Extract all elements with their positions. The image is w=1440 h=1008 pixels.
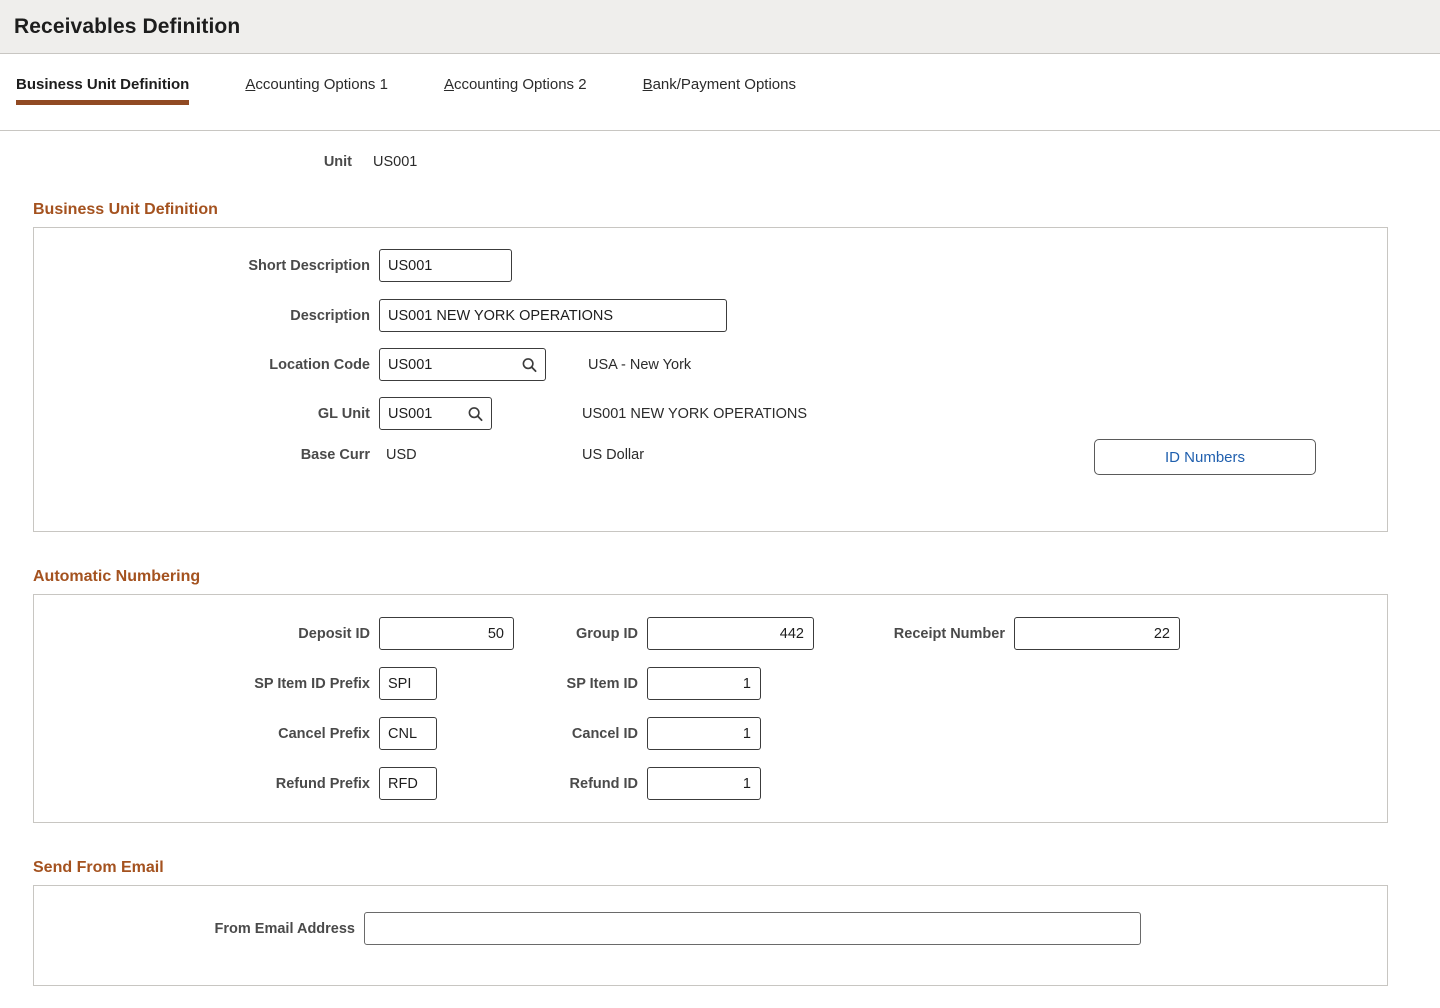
base-curr-description: US Dollar [582,447,644,463]
unit-value: US001 [373,154,417,170]
from-email-address-label: From Email Address [34,921,355,937]
group-business-unit-definition: Short Description Description Location C… [33,227,1388,532]
sp-item-id-prefix-input[interactable] [379,667,437,700]
cell-deposit-id: Deposit ID [34,617,523,650]
cancel-prefix-input[interactable] [379,717,437,750]
section-title-send-from-email: Send From Email [33,859,1440,877]
field-row-short-description: Short Description [34,249,512,282]
base-curr-label: Base Curr [34,447,370,463]
description-input[interactable] [379,299,727,332]
field-row-gl-unit: GL Unit US001 NEW YORK OPERATIONS [34,397,807,430]
row-refund-id: Refund Prefix Refund ID [34,767,1387,800]
cancel-prefix-label: Cancel Prefix [34,726,370,742]
gl-unit-lookup-wrap [379,397,492,430]
short-description-input[interactable] [379,249,512,282]
field-row-location-code: Location Code USA - New York [34,348,691,381]
deposit-id-label: Deposit ID [34,626,370,642]
tab-business-unit-definition[interactable]: Business Unit Definition [16,72,189,105]
location-code-lookup-wrap [379,348,546,381]
refund-id-input[interactable] [647,767,761,800]
tab-accounting-options-1[interactable]: Accounting Options 1 [245,72,388,105]
cell-sp-item-id-prefix: SP Item ID Prefix [34,667,523,700]
search-icon[interactable] [521,356,538,373]
group-automatic-numbering: Deposit ID Group ID Receipt Number SP It… [33,594,1388,823]
cell-sp-item-id: SP Item ID [523,667,863,700]
row-deposit-group-receipt: Deposit ID Group ID Receipt Number [34,617,1387,650]
gl-unit-label: GL Unit [34,406,370,422]
tab-bank-payment-options[interactable]: Bank/Payment Options [643,72,796,105]
refund-id-label: Refund ID [523,776,638,792]
tab-label: Business Unit Definition [16,76,189,93]
deposit-id-input[interactable] [379,617,514,650]
cell-refund-id: Refund ID [523,767,863,800]
unit-key-row: Unit US001 [0,154,1440,170]
cell-cancel-id: Cancel ID [523,717,863,750]
section-title-automatic-numbering: Automatic Numbering [33,568,1440,586]
page-content: Unit US001 Business Unit Definition Shor… [0,154,1440,986]
refund-prefix-input[interactable] [379,767,437,800]
tab-accelerator: B [643,76,653,93]
tab-accounting-options-2[interactable]: Accounting Options 2 [444,72,587,105]
gl-unit-description: US001 NEW YORK OPERATIONS [582,406,807,422]
page-title: Receivables Definition [14,15,240,39]
from-email-address-input[interactable] [364,912,1141,945]
search-icon[interactable] [467,405,484,422]
location-code-label: Location Code [34,357,370,373]
group-id-label: Group ID [523,626,638,642]
tab-accelerator: A [245,76,255,93]
cancel-id-input[interactable] [647,717,761,750]
cell-receipt-number: Receipt Number [863,617,1180,650]
short-description-label: Short Description [34,258,370,274]
row-sp-item-id: SP Item ID Prefix SP Item ID [34,667,1387,700]
field-row-base-curr: Base Curr USD US Dollar [34,447,644,463]
location-code-description: USA - New York [588,357,691,373]
refund-prefix-label: Refund Prefix [34,776,370,792]
tab-label: ccounting Options 2 [454,76,587,93]
row-cancel-id: Cancel Prefix Cancel ID [34,717,1387,750]
base-curr-value: USD [386,447,582,463]
group-id-input[interactable] [647,617,814,650]
page-header: Receivables Definition [0,0,1440,54]
group-send-from-email: From Email Address [33,885,1388,986]
tab-accelerator: A [444,76,454,93]
receipt-number-label: Receipt Number [863,626,1005,642]
description-label: Description [34,308,370,324]
unit-label: Unit [0,154,352,170]
field-row-description: Description [34,299,727,332]
sp-item-id-label: SP Item ID [523,676,638,692]
tab-strip: Business Unit Definition Accounting Opti… [0,54,1440,131]
receipt-number-input[interactable] [1014,617,1180,650]
cell-cancel-prefix: Cancel Prefix [34,717,523,750]
tab-label: ccounting Options 1 [255,76,388,93]
cancel-id-label: Cancel ID [523,726,638,742]
section-title-business-unit-definition: Business Unit Definition [33,201,1440,219]
cell-group-id: Group ID [523,617,863,650]
tab-label: ank/Payment Options [653,76,796,93]
sp-item-id-input[interactable] [647,667,761,700]
id-numbers-button[interactable]: ID Numbers [1094,439,1316,475]
cell-refund-prefix: Refund Prefix [34,767,523,800]
sp-item-id-prefix-label: SP Item ID Prefix [34,676,370,692]
